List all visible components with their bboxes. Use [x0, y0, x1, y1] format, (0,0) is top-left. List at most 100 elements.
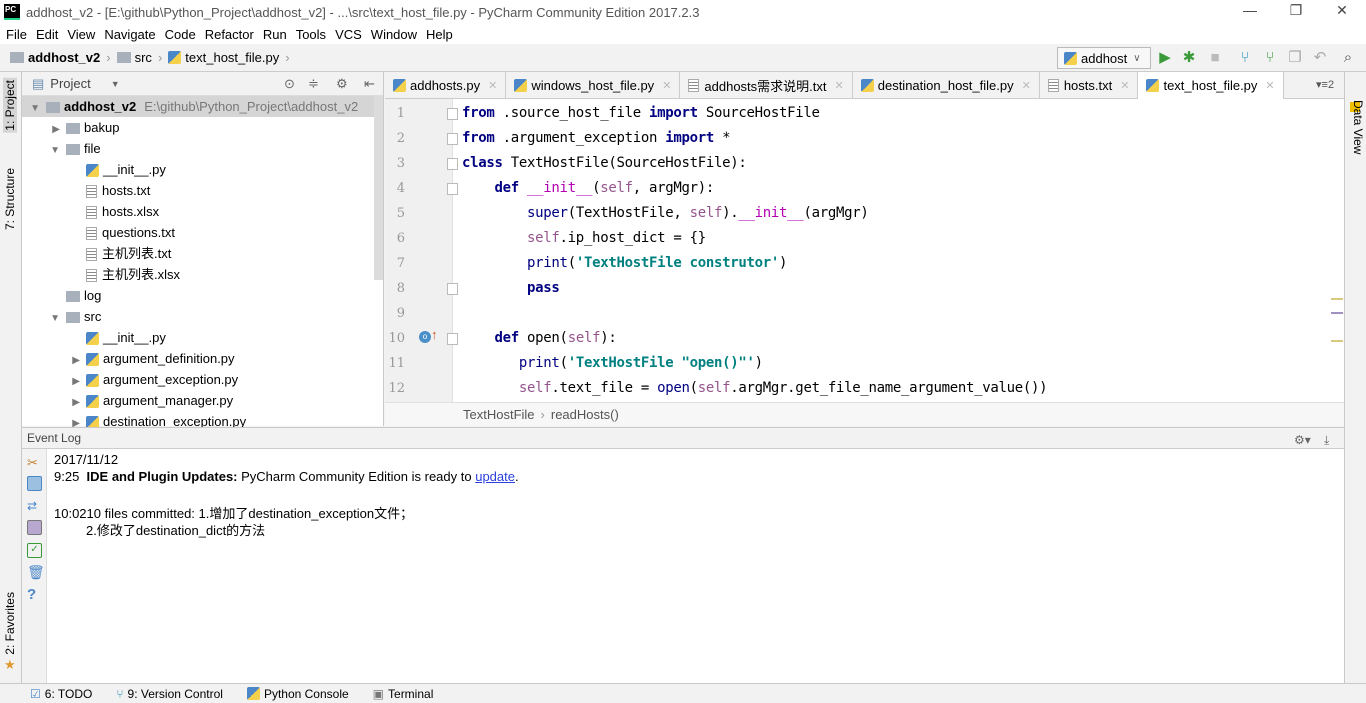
editor-tab[interactable]: windows_host_file.py ✕ [506, 72, 681, 99]
fold-marker-icon[interactable] [447, 333, 458, 345]
editor-tab[interactable]: addhosts需求说明.txt ✕ [680, 72, 853, 99]
menu-help[interactable]: Help [426, 27, 453, 42]
hide-panel-icon[interactable]: ⇤ [364, 76, 375, 92]
chevron-right-icon[interactable]: ▶ [68, 350, 80, 371]
menu-code[interactable]: Code [165, 27, 196, 42]
revert-icon[interactable]: ↶ [1312, 50, 1328, 66]
menu-file[interactable]: File [6, 27, 27, 42]
close-tab-icon[interactable]: ✕ [488, 79, 497, 92]
chevron-down-icon[interactable]: ▼ [48, 140, 60, 161]
settings-gear-icon[interactable]: ⚙▾ [1294, 430, 1311, 451]
todo-icon: ☑ [30, 686, 41, 701]
locate-icon[interactable]: ⊙ [284, 76, 295, 92]
chevron-right-icon[interactable]: ▶ [68, 371, 80, 392]
vcs-compare-icon[interactable]: ❐ [1287, 50, 1303, 66]
breadcrumb-src[interactable]: src [135, 50, 152, 65]
code-editor[interactable]: 1 2 3 4 5 6 7 8 9 10 11 12 o ↑ from .source_host_fi… [385, 99, 1344, 402]
vcs-update-icon[interactable]: ⑂ [1237, 50, 1253, 66]
menu-vcs[interactable]: VCS [335, 27, 362, 42]
breadcrumb-file[interactable]: text_host_file.py [185, 50, 279, 65]
search-icon[interactable]: ⌕ [1340, 50, 1356, 66]
menu-edit[interactable]: Edit [36, 27, 58, 42]
override-marker-icon[interactable]: o [419, 331, 431, 343]
text-file-icon [86, 227, 97, 241]
fold-marker-icon[interactable] [447, 158, 458, 170]
fold-marker-icon[interactable] [447, 183, 458, 195]
tree-item[interactable]: ▶ argument_definition.py [22, 348, 235, 369]
breadcrumb-project[interactable]: addhost_v2 [28, 50, 100, 65]
mark-read-icon[interactable]: ✓ [27, 543, 42, 558]
tree-item[interactable]: ▶ argument_manager.py [22, 390, 233, 411]
tool-tab-terminal[interactable]: ▣ Terminal [373, 687, 434, 701]
stop-icon[interactable]: ■ [1207, 50, 1223, 66]
chevron-down-icon[interactable]: ▼ [48, 308, 60, 329]
tree-item[interactable]: __init__.py [22, 327, 166, 348]
settings-gear-icon[interactable]: ⚙ [336, 76, 348, 92]
tree-item[interactable]: hosts.xlsx [22, 201, 159, 222]
project-panel-title[interactable]: Project [50, 76, 90, 91]
tool-tab-version-control[interactable]: ⑂ 9: Version Control [116, 687, 223, 701]
minimize-button[interactable]: — [1230, 2, 1270, 18]
vcs-commit-icon[interactable]: ⑂ [1262, 50, 1278, 66]
tool-tab-project[interactable]: 1: Project [3, 78, 17, 133]
tree-item[interactable]: ▶ argument_exception.py [22, 369, 238, 390]
balloon-icon[interactable] [27, 476, 42, 491]
trash-icon[interactable]: 🗑 [27, 564, 45, 580]
fold-marker-icon[interactable] [447, 108, 458, 120]
soft-wrap-icon[interactable]: ⇄ [27, 499, 42, 514]
tab-overflow-button[interactable]: ▾≡2 [1316, 78, 1334, 91]
tree-item[interactable]: 主机列表.txt [22, 243, 171, 264]
crumb-method[interactable]: readHosts() [551, 407, 619, 422]
update-link[interactable]: update [475, 469, 515, 484]
tree-item[interactable]: ▼ src [22, 306, 101, 327]
run-configuration-select[interactable]: addhost ∨ [1057, 47, 1151, 69]
close-tab-icon[interactable]: ✕ [835, 79, 844, 92]
code-token: self [600, 180, 633, 196]
help-icon[interactable]: ? [27, 586, 42, 603]
tree-item[interactable]: ▼ file [22, 138, 101, 159]
tool-tab-todo[interactable]: ☑ 6: TODO [30, 687, 92, 701]
editor-tab[interactable]: addhosts.py ✕ [385, 72, 507, 99]
chevron-down-icon[interactable]: ▼ [28, 98, 40, 119]
chevron-right-icon[interactable]: ▶ [48, 119, 60, 140]
collapse-all-icon[interactable]: ≑ [308, 76, 319, 92]
restore-button[interactable]: ❐ [1276, 2, 1316, 19]
tool-tab-data-view[interactable]: Data View [1351, 100, 1365, 154]
tree-item[interactable]: __init__.py [22, 159, 166, 180]
tree-item[interactable]: hosts.txt [22, 180, 150, 201]
tree-item[interactable]: log [22, 285, 101, 306]
editor-tab[interactable]: destination_host_file.py ✕ [853, 72, 1040, 99]
menu-run[interactable]: Run [263, 27, 287, 42]
tree-item[interactable]: ▶ bakup [22, 117, 119, 138]
tree-item[interactable]: 主机列表.xlsx [22, 264, 180, 285]
crumb-class[interactable]: TextHostFile [463, 407, 535, 422]
menu-window[interactable]: Window [371, 27, 417, 42]
scroll-to-end-icon[interactable] [27, 520, 42, 535]
menu-refactor[interactable]: Refactor [205, 27, 254, 42]
tab-label: addhosts需求说明.txt [704, 79, 827, 94]
debug-icon[interactable]: ✱ [1181, 50, 1197, 66]
menu-tools[interactable]: Tools [296, 27, 326, 42]
hide-panel-icon[interactable]: ⤓ [1324, 430, 1329, 451]
tree-item[interactable]: questions.txt [22, 222, 175, 243]
settings-tools-icon[interactable]: ✂ [27, 455, 42, 470]
tree-item[interactable]: ▼ addhost_v2 E:\github\Python_Project\addh… [22, 96, 375, 117]
fold-marker-icon[interactable] [447, 133, 458, 145]
close-tab-icon[interactable]: ✕ [1120, 79, 1129, 92]
editor-tab[interactable]: text_host_file.py ✕ [1138, 72, 1284, 99]
tool-tab-favorites[interactable]: 2: Favorites [3, 592, 17, 655]
tree-scrollbar[interactable] [374, 96, 383, 280]
close-tab-icon[interactable]: ✕ [1022, 79, 1031, 92]
close-tab-icon[interactable]: ✕ [662, 79, 671, 92]
close-button[interactable]: ✕ [1322, 2, 1362, 19]
menu-view[interactable]: View [67, 27, 95, 42]
code-line: def open(self): [462, 330, 617, 346]
fold-marker-icon[interactable] [447, 283, 458, 295]
close-tab-icon[interactable]: ✕ [1265, 79, 1274, 92]
editor-tab[interactable]: hosts.txt ✕ [1040, 72, 1139, 99]
tool-tab-python-console[interactable]: Python Console [246, 687, 349, 701]
chevron-right-icon[interactable]: ▶ [68, 392, 80, 413]
menu-navigate[interactable]: Navigate [104, 27, 155, 42]
tool-tab-structure[interactable]: 7: Structure [3, 168, 17, 230]
run-icon[interactable]: ▶ [1157, 50, 1173, 66]
